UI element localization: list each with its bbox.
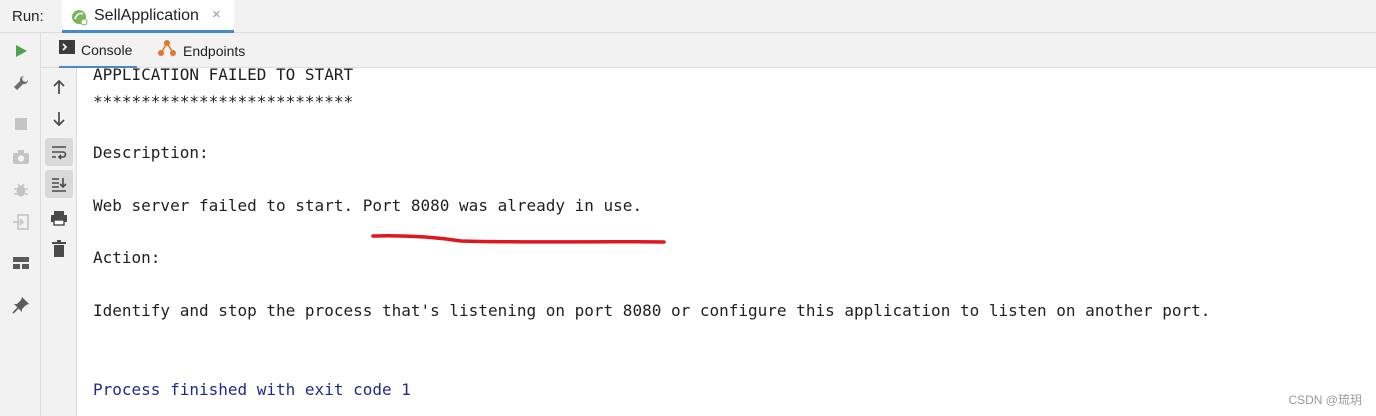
stop-icon[interactable] bbox=[11, 114, 31, 134]
debug-bug-icon[interactable] bbox=[11, 180, 31, 200]
console-tabs-bar: Console Endpoints bbox=[41, 33, 1376, 68]
run-label: Run: bbox=[12, 8, 44, 25]
trash-icon[interactable] bbox=[45, 235, 73, 263]
console-line: Identify and stop the process that's lis… bbox=[93, 301, 1211, 320]
scroll-to-end-icon[interactable] bbox=[45, 170, 73, 198]
console-icon bbox=[59, 40, 75, 59]
tab-console-label: Console bbox=[81, 41, 133, 58]
console-line: Description: bbox=[93, 143, 209, 162]
layout-icon[interactable] bbox=[11, 253, 31, 273]
console-line: APPLICATION FAILED TO START bbox=[93, 68, 354, 84]
tab-sell-application[interactable]: SellApplication × bbox=[62, 0, 234, 33]
wrench-icon[interactable] bbox=[11, 73, 31, 93]
spring-boot-icon bbox=[70, 8, 88, 31]
tab-endpoints-label: Endpoints bbox=[183, 42, 246, 59]
arrow-down-icon[interactable] bbox=[45, 105, 73, 133]
run-toolwindow-header: Run: SellApplication × bbox=[0, 0, 1376, 33]
watermark: CSDN @琉玥 bbox=[1288, 393, 1362, 407]
tab-endpoints[interactable]: Endpoints bbox=[157, 33, 245, 68]
print-icon[interactable] bbox=[45, 204, 73, 232]
arrow-up-icon[interactable] bbox=[45, 73, 73, 101]
soft-wrap-icon[interactable] bbox=[45, 138, 73, 166]
console-toolbar bbox=[41, 68, 77, 416]
console-line: *************************** bbox=[93, 92, 354, 111]
console-line: Web server failed to start. Port 8080 wa… bbox=[93, 196, 643, 215]
console-output[interactable]: APPLICATION FAILED TO START ************… bbox=[78, 68, 1376, 416]
red-annotation-underline bbox=[371, 234, 666, 244]
exit-icon[interactable] bbox=[11, 212, 31, 232]
camera-icon[interactable] bbox=[11, 147, 31, 167]
pin-icon[interactable] bbox=[11, 295, 31, 315]
close-icon[interactable]: × bbox=[212, 6, 221, 23]
console-line: Action: bbox=[93, 248, 161, 267]
console-exit-line: Process finished with exit code 1 bbox=[93, 380, 411, 399]
endpoints-icon bbox=[157, 39, 177, 62]
tab-console[interactable]: Console bbox=[59, 33, 137, 68]
run-icon[interactable] bbox=[11, 41, 31, 61]
tab-title: SellApplication bbox=[94, 7, 199, 24]
left-toolbar bbox=[0, 33, 41, 416]
